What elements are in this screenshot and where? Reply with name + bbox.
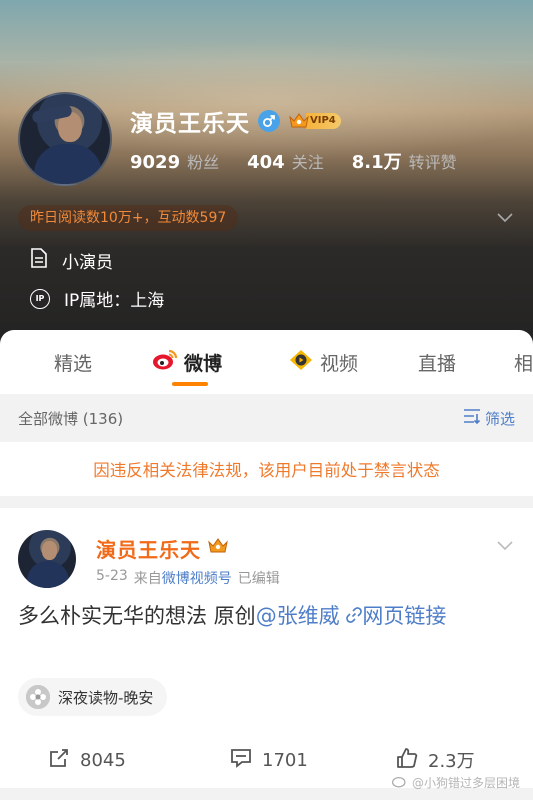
flower-icon [26, 685, 50, 709]
followers-stat[interactable]: 9029 粉丝 [130, 149, 219, 173]
tab-featured[interactable]: 精选 [54, 330, 92, 394]
male-gender-icon [258, 110, 280, 132]
post-meta: 5-23 来自微博视频号 已编辑 [96, 568, 280, 587]
filter-bar: 全部微博 (136) 筛选 [0, 394, 533, 442]
post-content: 多么朴实无华的想法 原创@张维威 网页链接 [18, 604, 447, 628]
video-icon [288, 349, 314, 376]
ip-location-text: IP属地：上海 [64, 291, 165, 311]
profile-avatar[interactable] [18, 92, 112, 186]
filter-icon [463, 408, 481, 428]
profile-header: 演员王乐天 VIP4 9029 粉丝 404 关注 8.1万 转评赞 昨日阅读数… [0, 0, 533, 345]
ip-row: IP IP属地：上海 [30, 286, 164, 311]
web-link[interactable]: 网页链接 [346, 604, 446, 628]
chevron-down-icon[interactable] [496, 208, 514, 226]
thumbs-up-icon [396, 747, 418, 774]
repost-button[interactable]: 8045 [48, 740, 126, 780]
profile-tabs: 精选 微博 视频 直播 相 [0, 330, 533, 394]
ip-location-icon: IP [30, 288, 50, 309]
engagement-stat[interactable]: 8.1万 转评赞 [352, 148, 457, 174]
comment-button[interactable]: 1701 [230, 740, 308, 780]
post-card[interactable]: 演员王乐天 5-23 来自微博视频号 已编辑 多么朴实无华的想法 原创@张维威 … [0, 508, 533, 788]
tab-album[interactable]: 相 [514, 330, 533, 394]
mention-link[interactable]: @张维威 [256, 604, 340, 628]
weibo-logo-icon [392, 774, 408, 791]
tab-live[interactable]: 直播 [418, 330, 456, 394]
post-author[interactable]: 演员王乐天 [96, 534, 229, 563]
tab-video[interactable]: 视频 [288, 330, 358, 394]
post-date: 5-23 [96, 568, 128, 584]
link-icon [346, 604, 363, 628]
all-posts-count[interactable]: 全部微博 (136) [18, 408, 123, 429]
crown-icon [288, 111, 310, 131]
vip-badge[interactable]: VIP4 [288, 111, 341, 131]
following-stat[interactable]: 404 关注 [247, 149, 324, 173]
ban-notice: 因违反相关法律法规，该用户目前处于禁言状态 [0, 442, 533, 496]
read-stats-pill[interactable]: 昨日阅读数10万+，互动数597 [18, 205, 239, 231]
watermark: @小狗错过多层困境 [392, 774, 520, 791]
filter-button[interactable]: 筛选 [463, 408, 515, 429]
post-edited: 已编辑 [237, 571, 280, 587]
topic-tag[interactable]: 深夜读物-晚安 [18, 678, 168, 716]
repost-icon [48, 747, 70, 774]
weibo-icon [152, 349, 178, 376]
post-source[interactable]: 微博视频号 [162, 571, 232, 587]
profile-stats: 9029 粉丝 404 关注 8.1万 转评赞 [130, 148, 485, 174]
profile-name-row: 演员王乐天 VIP4 [130, 104, 341, 138]
profile-name: 演员王乐天 [130, 111, 250, 137]
crown-icon [207, 536, 229, 561]
comment-icon [230, 747, 252, 774]
bio-text: 小演员 [62, 253, 113, 273]
post-avatar[interactable] [18, 530, 76, 588]
post-menu-chevron-icon[interactable] [496, 536, 514, 554]
active-tab-indicator [172, 382, 208, 386]
bio-row: 小演员 [30, 248, 113, 273]
document-icon [30, 248, 48, 273]
